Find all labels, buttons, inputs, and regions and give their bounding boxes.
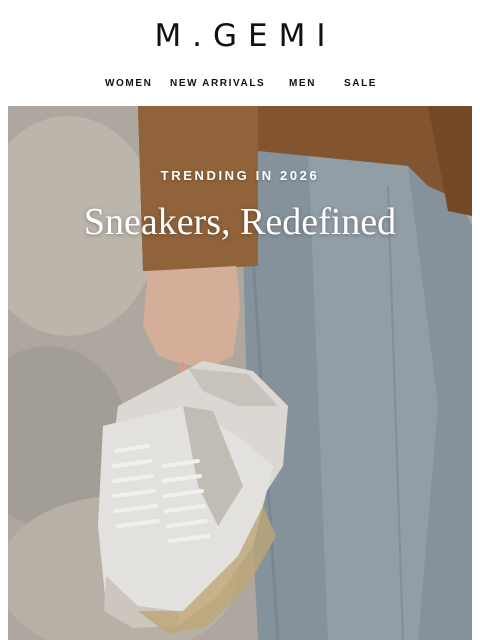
nav-item-men[interactable]: MEN [289, 78, 316, 89]
hero-headline: Sneakers, Redefined [83, 201, 397, 243]
hero-image [8, 106, 472, 640]
nav-item-new-arrivals[interactable]: NEW ARRIVALS [170, 78, 265, 89]
nav-item-women[interactable]: WOMEN [105, 78, 152, 89]
main-nav: WOMEN NEW ARRIVALS MEN SALE [0, 78, 480, 92]
hero-banner[interactable]: TRENDING IN 2026 Sneakers, Redefined [8, 106, 472, 640]
email-header: M.GEMI WOMEN NEW ARRIVALS MEN SALE [0, 0, 480, 106]
hero-eyebrow: TRENDING IN 2026 [160, 168, 320, 183]
nav-item-sale[interactable]: SALE [344, 78, 377, 89]
brand-logo[interactable]: M.GEMI [0, 18, 480, 54]
